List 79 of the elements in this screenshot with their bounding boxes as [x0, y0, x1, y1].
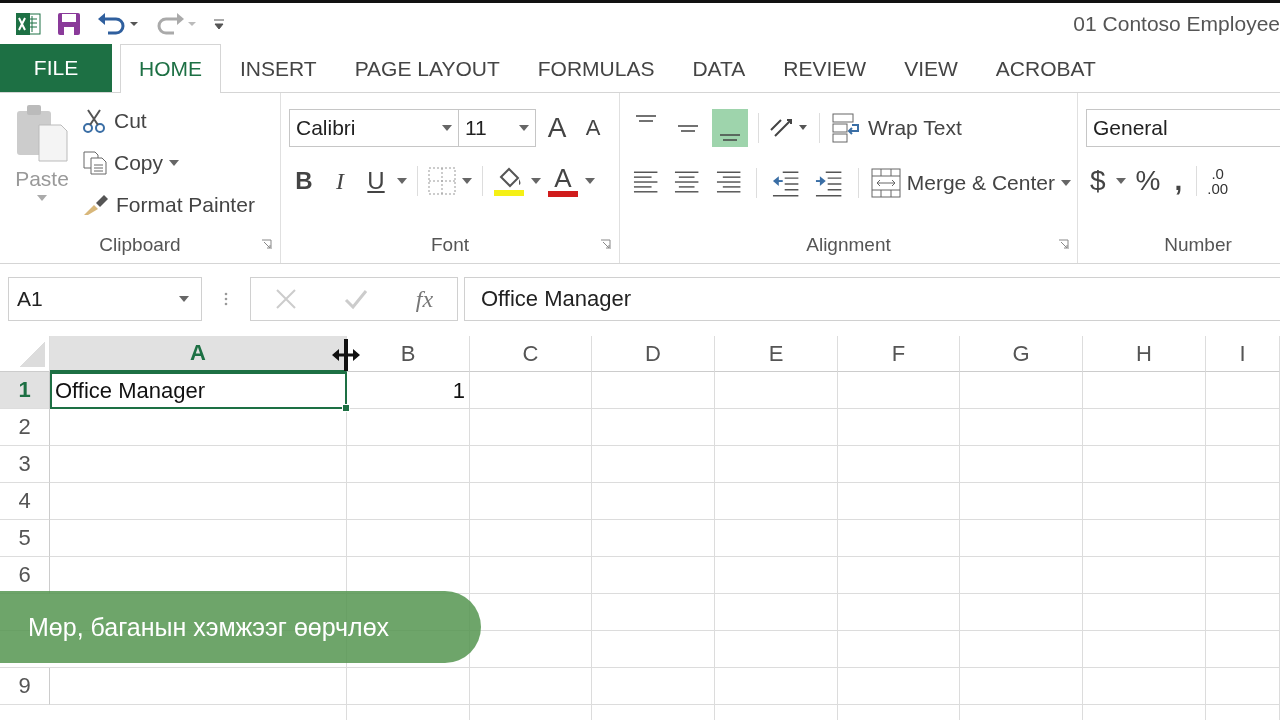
group-label: Clipboard [99, 234, 181, 256]
column-header[interactable]: H [1083, 336, 1206, 372]
table-cell[interactable]: Office Manager [50, 372, 347, 409]
percent-button[interactable]: % [1131, 165, 1165, 197]
caret-icon [169, 160, 180, 166]
increase-decimal-button[interactable]: .0 .00 [1207, 166, 1229, 196]
customize-icon[interactable] [212, 16, 226, 31]
formula-field[interactable]: Office Manager [464, 277, 1280, 321]
row-header[interactable]: 1 [0, 372, 50, 409]
file-tab[interactable]: FILE [0, 44, 112, 92]
copy-button[interactable]: Copy [82, 145, 255, 181]
ribbon-tab[interactable]: DATA [673, 44, 765, 92]
column-header[interactable]: D [592, 336, 715, 372]
resize-cursor-icon [330, 338, 362, 372]
ribbon-tab[interactable]: ACROBAT [976, 44, 1115, 92]
ribbon-tab[interactable]: INSERT [221, 44, 336, 92]
format-painter-button[interactable]: Format Painter [82, 187, 255, 223]
font-color-button[interactable]: A [547, 165, 579, 197]
ribbon-tab[interactable]: FORMULAS [518, 44, 674, 92]
bottom-align-button[interactable] [712, 109, 748, 147]
caret-icon[interactable] [585, 178, 595, 184]
wrap-text-button[interactable]: Wrap Text [832, 110, 962, 146]
align-lines-icon [636, 115, 656, 122]
column-header[interactable]: I [1206, 336, 1280, 372]
increase-indent-icon[interactable] [814, 169, 844, 197]
group-label: Alignment [806, 234, 891, 256]
font-size-field[interactable]: 11 [458, 109, 536, 147]
copy-icon [82, 150, 108, 176]
caret-icon [442, 125, 452, 131]
caret-icon [519, 125, 529, 131]
name-box[interactable]: A1 [8, 277, 202, 321]
column-header[interactable]: A [50, 336, 347, 372]
currency-button[interactable]: $ [1086, 165, 1110, 197]
caret-icon [37, 195, 47, 201]
caret-icon[interactable] [397, 178, 407, 184]
caret-icon[interactable] [462, 178, 472, 184]
shrink-font-button[interactable]: A [578, 115, 608, 141]
fill-color-icon[interactable] [493, 165, 525, 197]
caret-icon [179, 296, 189, 302]
merge-cells-icon [870, 168, 901, 198]
table-cell[interactable]: 1 [347, 372, 470, 409]
ribbon-tab[interactable]: PAGE LAYOUT [335, 44, 519, 92]
grip-icon [224, 291, 228, 307]
scissors-icon [82, 108, 108, 134]
column-header[interactable]: F [838, 336, 960, 372]
caret-icon [1061, 180, 1071, 186]
caret-icon[interactable] [531, 178, 541, 184]
ribbon-tab[interactable]: REVIEW [764, 44, 886, 92]
underline-button[interactable]: U [361, 167, 391, 195]
insert-function-button[interactable]: fx [415, 285, 434, 313]
align-lines-icon [678, 124, 698, 132]
launcher-icon[interactable] [261, 239, 272, 250]
group-label: Number [1164, 234, 1232, 256]
ribbon-tab[interactable]: HOME [120, 44, 221, 93]
undo-icon[interactable] [96, 10, 140, 37]
wrap-text-icon [832, 113, 862, 143]
caption-banner: Мөр, баганын хэмжээг өөрчлөх [0, 591, 481, 663]
decrease-indent-icon[interactable] [771, 169, 801, 197]
comma-style-button[interactable]: , [1170, 165, 1187, 197]
column-header[interactable]: C [470, 336, 592, 372]
column-header[interactable]: E [715, 336, 838, 372]
paintbrush-icon [82, 193, 110, 217]
cut-button[interactable]: Cut [82, 103, 255, 139]
number-format-field[interactable]: General [1086, 109, 1280, 147]
align-lines-icon [720, 134, 740, 141]
bold-button[interactable]: B [289, 167, 319, 195]
checkmark-icon[interactable] [344, 288, 369, 310]
caret-icon[interactable] [1115, 178, 1126, 184]
save-icon[interactable] [56, 10, 82, 37]
italic-button[interactable]: I [325, 167, 355, 195]
launcher-icon[interactable] [1058, 239, 1069, 250]
grow-font-button[interactable]: A [542, 112, 572, 144]
window-title: 01 Contoso Employee [1073, 11, 1280, 36]
font-name-field[interactable]: Calibri [289, 109, 459, 147]
merge-center-button[interactable]: Merge & Center [870, 165, 1071, 201]
group-label: Font [431, 234, 469, 256]
ribbon-tab[interactable]: VIEW [885, 44, 977, 92]
launcher-icon[interactable] [600, 239, 611, 250]
column-header[interactable]: G [960, 336, 1083, 372]
